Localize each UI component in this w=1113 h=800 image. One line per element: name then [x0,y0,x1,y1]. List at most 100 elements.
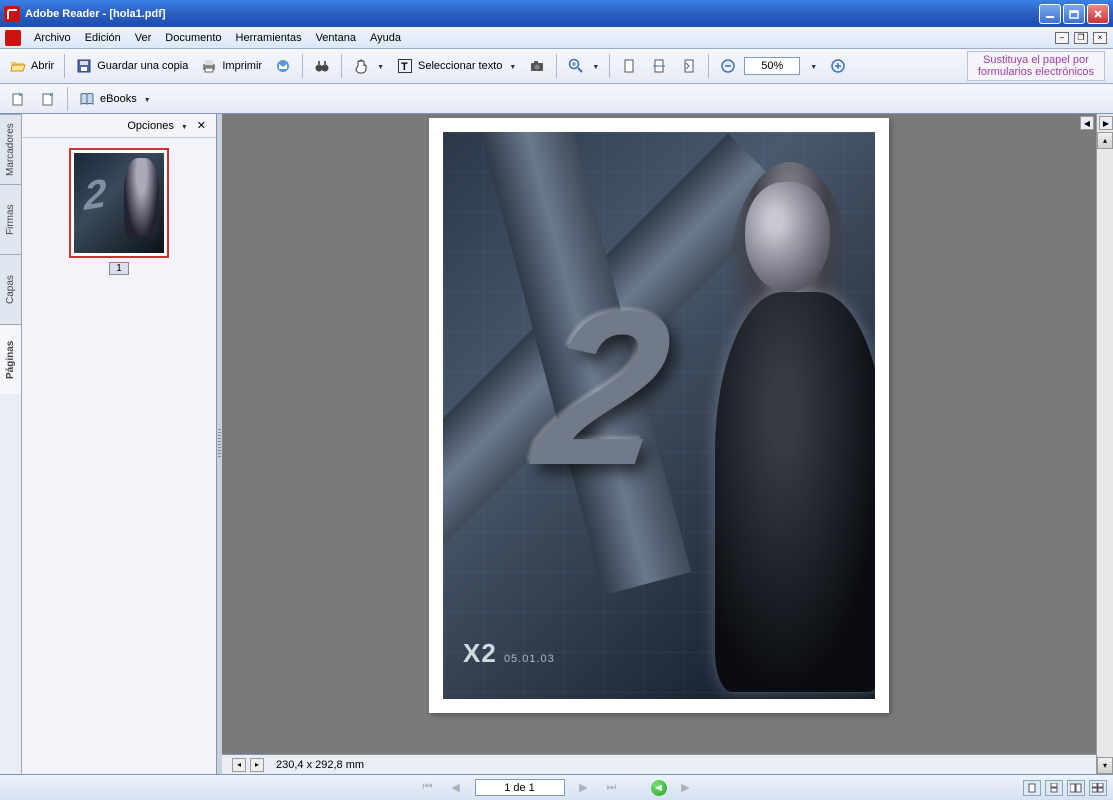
promo-banner[interactable]: Sustituya el papel por formularios elect… [967,51,1105,81]
save-copy-button[interactable]: Guardar una copia [70,54,193,78]
snapshot-button[interactable] [523,54,551,78]
workspace: Marcadores Firmas Capas Páginas Opciones… [0,114,1113,774]
menubar: Archivo Edición Ver Documento Herramient… [0,27,1113,49]
hand-tool-button[interactable] [347,54,389,78]
open-label: Abrir [31,60,54,72]
import-button[interactable] [34,87,62,111]
search-button[interactable] [308,54,336,78]
document-viewport[interactable]: ◀ 2 X2 05.01.03 [222,114,1096,754]
minus-circle-icon [719,57,737,75]
vertical-scrollbar[interactable]: ▶ ▴ ▾ [1096,114,1113,774]
ebooks-icon [78,90,96,108]
zoom-out-button[interactable] [714,54,742,78]
zoom-level-input[interactable] [744,57,800,75]
single-page-view-button[interactable] [1023,780,1041,796]
scroll-down-button[interactable]: ▾ [1097,757,1113,774]
folder-open-icon [9,57,27,75]
menu-ayuda[interactable]: Ayuda [363,30,408,46]
scroll-right-button[interactable]: ▸ [250,758,264,772]
thumbnail-image [74,153,164,253]
options-label: Opciones [127,120,173,132]
dropdown-arrow-icon [374,60,384,72]
next-page-button[interactable]: ▶ [575,779,593,797]
app-icon [4,6,20,22]
ebooks-label: eBooks [100,93,137,105]
fit-page-button[interactable] [615,54,643,78]
fit-width-button[interactable] [645,54,673,78]
fit-page-icon [620,57,638,75]
tab-marcadores[interactable]: Marcadores [0,114,21,184]
window-minimize-button[interactable] [1039,4,1061,24]
collapse-panel-button[interactable]: ◀ [1080,116,1094,130]
options-dropdown[interactable]: Opciones [122,114,192,138]
menu-edicion[interactable]: Edición [78,30,128,46]
floppy-disk-icon [75,57,93,75]
tab-capas[interactable]: Capas [0,254,21,324]
open-button[interactable]: Abrir [4,54,59,78]
export-button[interactable] [4,87,32,111]
dropdown-arrow-icon [141,93,151,105]
select-text-button[interactable]: T Seleccionar texto [391,54,521,78]
tab-paginas[interactable]: Páginas [0,324,21,394]
zoom-in-button[interactable] [562,54,604,78]
plus-circle-icon [829,57,847,75]
page-content-image: 2 X2 05.01.03 [443,132,875,699]
scroll-left-button[interactable]: ◂ [232,758,246,772]
pdf-page: 2 X2 05.01.03 [429,118,889,713]
scroll-up-button[interactable]: ▴ [1097,132,1113,149]
menu-archivo[interactable]: Archivo [27,30,78,46]
first-page-button[interactable]: ⏮ [419,779,437,797]
thumbnail-page-number: 1 [109,262,129,275]
nav-panel-close-button[interactable]: ✕ [193,117,210,134]
email-icon [274,57,292,75]
scroll-track[interactable] [1097,149,1113,757]
continuous-facing-view-button[interactable] [1089,780,1107,796]
page-thumbnail-1[interactable] [69,148,169,258]
svg-text:T: T [401,61,408,73]
menu-herramientas[interactable]: Herramientas [229,30,309,46]
save-copy-label: Guardar una copia [97,60,188,72]
expand-panel-button[interactable]: ▶ [1099,116,1113,130]
side-tabs: Marcadores Firmas Capas Páginas [0,114,22,774]
window-close-button[interactable] [1087,4,1109,24]
document-window-controls: – ❐ × [1054,31,1108,44]
window-titlebar: Adobe Reader - [hola1.pdf] [0,0,1113,27]
page-indicator[interactable]: 1 de 1 [475,779,565,796]
select-text-label: Seleccionar texto [418,60,502,72]
window-title: Adobe Reader - [hola1.pdf] [25,8,1039,20]
document-status-bar: ◂ ▸ 230,4 x 292,8 mm [222,754,1096,774]
dropdown-arrow-icon [506,60,516,72]
main-toolbar: Abrir Guardar una copia Imprimir T Selec… [0,49,1113,84]
dropdown-arrow-icon [178,120,188,132]
import-page-icon [39,90,57,108]
promo-line2: formularios electrónicos [978,66,1094,78]
back-view-button[interactable]: ◄ [651,780,667,796]
doc-restore-button[interactable]: ❐ [1074,32,1088,44]
prev-page-button[interactable]: ◀ [447,779,465,797]
camera-icon [528,57,546,75]
secondary-toolbar: eBooks [0,84,1113,114]
forward-view-button[interactable]: ▶ [677,779,695,797]
actual-size-button[interactable] [675,54,703,78]
last-page-button[interactable]: ⏭ [603,779,621,797]
continuous-view-button[interactable] [1045,780,1063,796]
hand-icon [352,57,370,75]
nav-panel-header: Opciones ✕ [22,114,216,138]
menu-documento[interactable]: Documento [158,30,228,46]
doc-minimize-button[interactable]: – [1055,32,1069,44]
thumbnails-area: 1 [22,138,216,285]
fit-width-icon [650,57,668,75]
facing-view-button[interactable] [1067,780,1085,796]
window-maximize-button[interactable] [1063,4,1085,24]
menu-ventana[interactable]: Ventana [309,30,363,46]
document-area: ◀ 2 X2 05.01.03 ◂ ▸ 230,4 x 292,8 mm [222,114,1096,774]
print-button[interactable]: Imprimir [195,54,267,78]
zoom-dropdown[interactable] [802,54,822,78]
menu-ver[interactable]: Ver [128,30,159,46]
tab-firmas[interactable]: Firmas [0,184,21,254]
ebooks-button[interactable]: eBooks [73,87,156,111]
page-navigation-bar: ⏮ ◀ 1 de 1 ▶ ⏭ ◄ ▶ [0,774,1113,800]
zoom-in-plus-button[interactable] [824,54,852,78]
email-button[interactable] [269,54,297,78]
doc-close-button[interactable]: × [1093,32,1107,44]
